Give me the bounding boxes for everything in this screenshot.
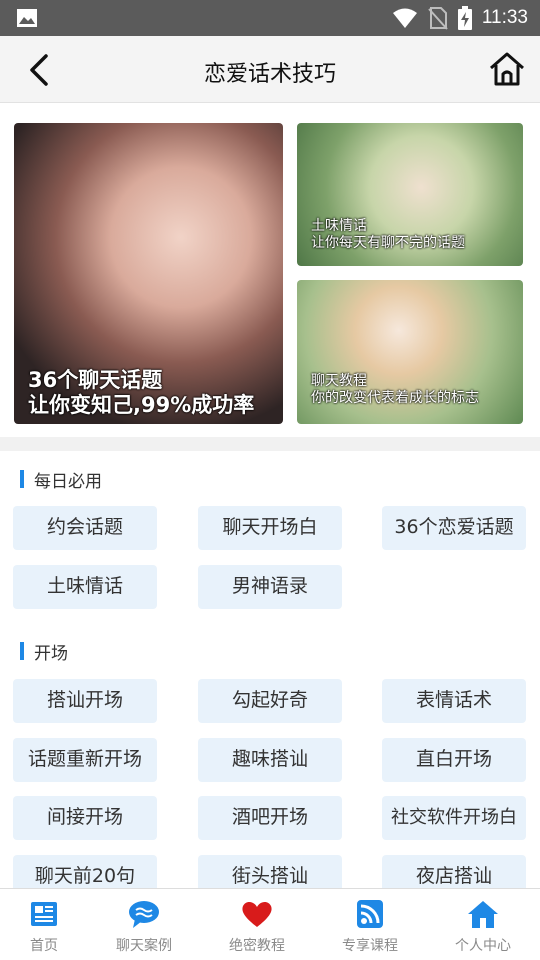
section-header-opening: 开场 [20, 640, 68, 664]
status-bar: 11:33 [0, 0, 540, 36]
chip-direct-opening[interactable]: 直白开场 [382, 738, 526, 782]
no-sim-icon [428, 7, 448, 30]
nav-label: 专享课程 [342, 938, 398, 954]
chip-restart-topic[interactable]: 话题重新开场 [13, 738, 157, 782]
nav-label: 聊天案例 [116, 938, 172, 954]
banner-caption: 36个聊天话题 让你变知己,99%成功率 [28, 368, 254, 418]
nav-exclusive-course[interactable]: 专享课程 [316, 895, 424, 959]
banner-caption: 土味情话 让你每天有聊不完的话题 [311, 218, 465, 252]
banner-caption-line2: 让你每天有聊不完的话题 [311, 234, 465, 251]
section-title: 每日必用 [34, 471, 102, 492]
section-accent-bar [20, 470, 24, 488]
clock: 11:33 [481, 7, 528, 28]
chip-36-topics[interactable]: 36个恋爱话题 [382, 506, 526, 550]
news-icon [31, 902, 57, 926]
banner-chat-tutorial[interactable]: 聊天教程 你的改变代表着成长的标志 [297, 280, 523, 424]
banner-caption-line2: 你的改变代表着成长的标志 [311, 389, 479, 406]
banner-caption-line1: 36个聊天话题 [28, 368, 163, 392]
banner-caption-line2: 让你变知己,99%成功率 [28, 393, 255, 418]
nav-label: 绝密教程 [229, 938, 285, 954]
banner-cheesy-lines[interactable]: 土味情话 让你每天有聊不完的话题 [297, 123, 523, 266]
page-title: 恋爱话术技巧 [203, 62, 336, 87]
title-bar: 恋爱话术技巧 [0, 36, 540, 103]
chip-social-app-opener[interactable]: 社交软件开场白 [382, 796, 526, 840]
heart-icon [242, 901, 272, 927]
section-title: 开场 [34, 643, 68, 664]
nav-chat-cases[interactable]: 聊天案例 [90, 895, 198, 959]
nav-home[interactable]: 首页 [0, 895, 98, 959]
nav-label: 首页 [30, 938, 58, 954]
nav-label: 个人中心 [455, 938, 511, 954]
chip-male-quotes[interactable]: 男神语录 [198, 565, 342, 609]
banner-caption: 聊天教程 你的改变代表着成长的标志 [311, 373, 479, 407]
banner-caption-line1: 土味情话 [311, 218, 367, 234]
banner-caption-line1: 聊天教程 [311, 373, 367, 389]
rss-icon [357, 900, 383, 928]
chip-cheesy-lines[interactable]: 土味情话 [13, 565, 157, 609]
nav-secret-tutorial[interactable]: 绝密教程 [203, 895, 311, 959]
home-icon[interactable] [488, 50, 526, 88]
chip-fun-pickup[interactable]: 趣味搭讪 [198, 738, 342, 782]
chip-curiosity[interactable]: 勾起好奇 [198, 679, 342, 723]
home-icon [468, 901, 498, 928]
section-accent-bar [20, 642, 24, 660]
chip-date-topics[interactable]: 约会话题 [13, 506, 157, 550]
battery-charging-icon [457, 6, 472, 30]
chat-bubble-icon [129, 901, 159, 928]
nav-profile[interactable]: 个人中心 [429, 895, 537, 959]
chip-pickup-opening[interactable]: 搭讪开场 [13, 679, 157, 723]
divider [0, 437, 540, 451]
chip-emoji-talk[interactable]: 表情话术 [382, 679, 526, 723]
bottom-nav: 首页 聊天案例 绝密教程 专享课程 个人中心 [0, 888, 540, 960]
chip-chat-opener[interactable]: 聊天开场白 [198, 506, 342, 550]
banner-chat-topics[interactable]: 36个聊天话题 让你变知己,99%成功率 [14, 123, 283, 424]
banner-area: 36个聊天话题 让你变知己,99%成功率 土味情话 让你每天有聊不完的话题 聊天… [0, 103, 540, 437]
chip-indirect-opening[interactable]: 间接开场 [13, 796, 157, 840]
wifi-icon [392, 8, 417, 28]
image-notification-icon [17, 9, 37, 27]
section-header-daily: 每日必用 [20, 468, 102, 492]
chip-bar-opening[interactable]: 酒吧开场 [198, 796, 342, 840]
